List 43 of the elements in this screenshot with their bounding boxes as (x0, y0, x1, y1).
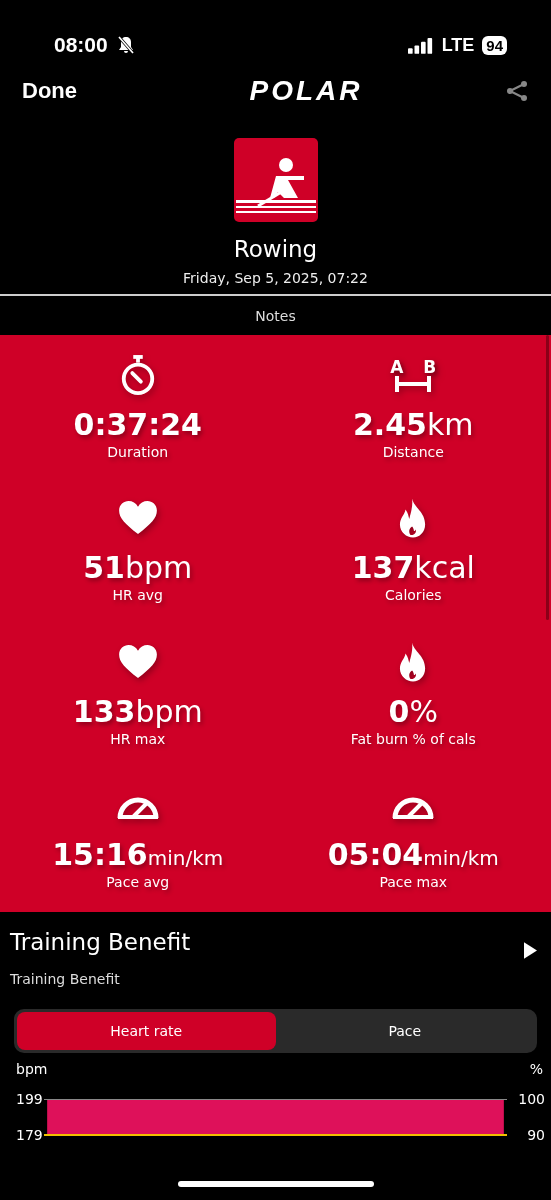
brand-logo: POLAR (249, 75, 363, 107)
axis-tick: 100 (517, 1092, 546, 1106)
axis-tick: 179 (15, 1128, 44, 1142)
flame-icon (399, 498, 428, 539)
metric-value: 15:16min/km (52, 836, 224, 872)
metric-label: HR avg (112, 587, 163, 604)
metric-label: Calories (385, 587, 442, 604)
section-subtitle: Training Benefit (10, 971, 121, 987)
metric-value: 51bpm (83, 550, 193, 586)
play-icon[interactable] (524, 942, 537, 959)
done-button[interactable]: Done (22, 78, 77, 104)
metric-value: 0% (388, 693, 438, 729)
flame-icon (399, 641, 428, 682)
metric-label: HR max (110, 730, 166, 747)
metric-label: Fat burn % of cals (350, 730, 476, 747)
signal-icon (407, 36, 434, 54)
metric-value: 137kcal (351, 550, 475, 586)
metric-value: 0:37:24 (73, 407, 202, 442)
metric-label: Pace max (379, 873, 448, 890)
axis-tick: 199 (15, 1092, 44, 1106)
metric-label: Pace avg (106, 873, 170, 890)
battery-level: 94 (482, 35, 507, 55)
status-time: 08:00 (54, 33, 108, 57)
section-title: Training Benefit (10, 928, 191, 955)
metric-label: Duration (107, 444, 169, 460)
network-label: LTE (441, 34, 475, 56)
bell-off-icon (115, 35, 136, 55)
metric-value: 133bpm (72, 693, 203, 729)
notes-link[interactable]: Notes (255, 307, 296, 324)
axis-tick: 90 (526, 1128, 546, 1142)
heart-icon (118, 644, 157, 679)
metric-value: 05:04min/km (327, 836, 499, 872)
chart-tab[interactable]: Heart rate (17, 1012, 276, 1050)
activity-date: Friday, Sep 5, 2025, 07:22 (183, 270, 368, 286)
rowing-icon (233, 138, 318, 222)
metric-label: Distance (382, 444, 444, 460)
heart-icon (118, 501, 157, 536)
chart-tab[interactable]: Pace (275, 1012, 534, 1050)
activity-name: Rowing (233, 236, 318, 262)
share-icon[interactable] (505, 79, 529, 103)
axis-unit: bpm (15, 1061, 48, 1077)
metric-value: 2.45km (352, 407, 474, 442)
axis-unit: % (529, 1061, 544, 1077)
